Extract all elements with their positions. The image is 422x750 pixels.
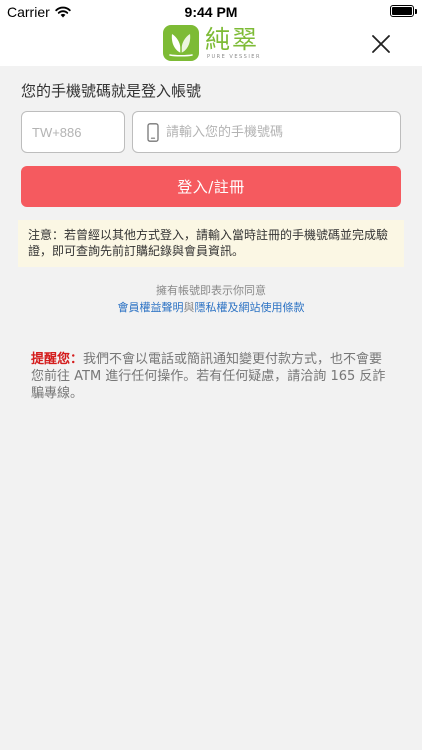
leaf-logo-icon xyxy=(163,25,199,61)
member-terms-link[interactable]: 會員權益聲明 xyxy=(118,301,184,314)
status-time: 9:44 PM xyxy=(184,4,238,20)
privacy-policy-link[interactable]: 隱私權及網站使用條款 xyxy=(195,301,305,314)
login-register-button[interactable]: 登入/註冊 xyxy=(21,166,401,207)
country-code-field[interactable] xyxy=(21,111,125,153)
warning-text: 我們不會以電話或簡訊通知變更付款方式，也不會要您前往 ATM 進行任何操作。若有… xyxy=(31,352,386,401)
close-icon[interactable] xyxy=(368,31,394,57)
agreement-text: 擁有帳號即表示你同意 會員權益聲明與隱私權及網站使用條款 xyxy=(0,282,422,316)
warning-label: 提醒您： xyxy=(31,352,84,367)
fraud-warning: 提醒您：我們不會以電話或簡訊通知變更付款方式，也不會要您前往 ATM 進行任何操… xyxy=(31,351,393,402)
notice-box: 注意：若曾經以其他方式登入，請輸入當時註冊的手機號碼並完成驗證，即可查詢先前訂購… xyxy=(18,220,404,267)
agreement-intro: 擁有帳號即表示你同意 xyxy=(156,284,266,297)
login-prompt: 您的手機號碼就是登入帳號 xyxy=(21,82,202,100)
phone-input-group[interactable] xyxy=(132,111,401,153)
logo-subtext: PURE VESSIER xyxy=(207,54,261,60)
battery-icon xyxy=(390,5,417,17)
logo-wordmark: 純翠 xyxy=(205,25,260,54)
status-bar: Carrier 9:44 PM xyxy=(0,0,422,22)
battery-level xyxy=(392,7,412,15)
mobile-phone-icon xyxy=(147,123,159,142)
brand-logo: 純翠 PURE VESSIER xyxy=(163,25,261,61)
notice-text: 注意：若曾經以其他方式登入，請輸入當時註冊的手機號碼並完成驗證，即可查詢先前訂購… xyxy=(28,228,389,258)
nav-bar: 純翠 PURE VESSIER xyxy=(0,22,422,66)
phone-number-field[interactable] xyxy=(166,112,396,152)
agreement-connector: 與 xyxy=(183,301,195,314)
